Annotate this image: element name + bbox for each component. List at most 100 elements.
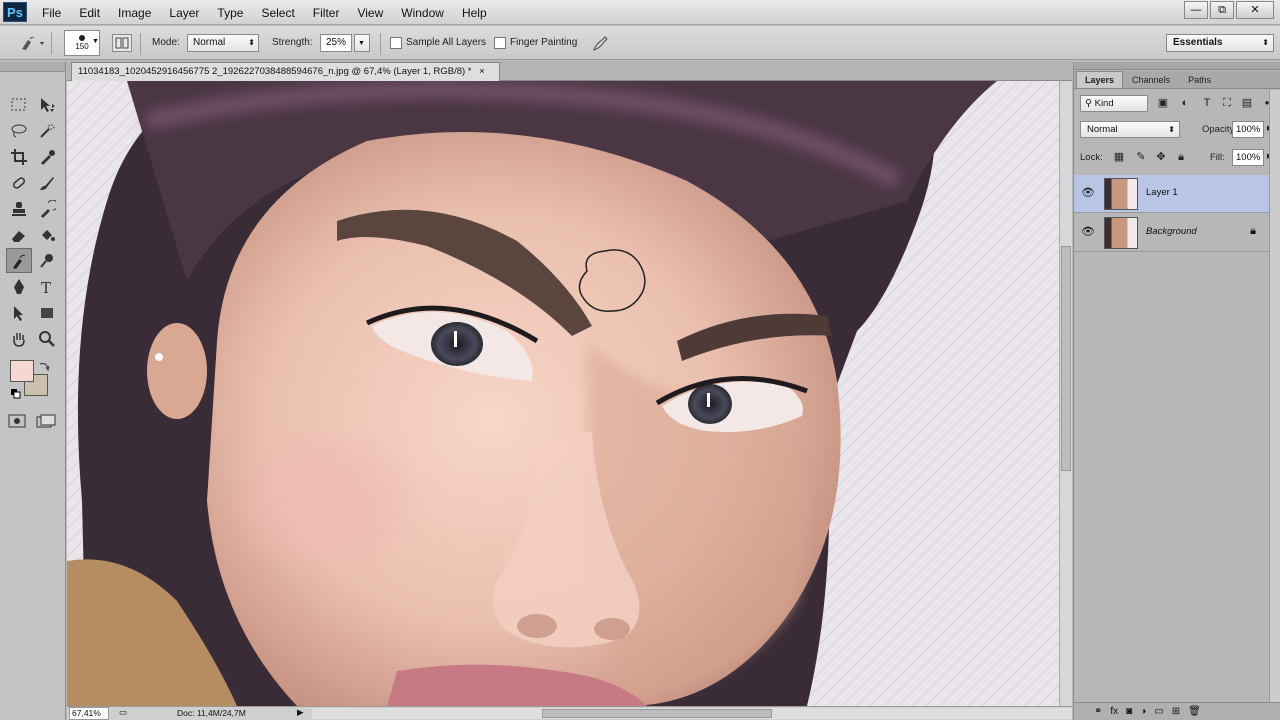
delete-layer-icon[interactable]: 🗑︎ [1188,706,1201,717]
menu-filter[interactable]: Filter [304,6,349,20]
sample-all-layers-checkbox[interactable] [390,37,402,49]
layer-row[interactable]: 👁︎ Background 🔒︎ [1074,214,1270,252]
pressure-brush-icon[interactable] [590,34,610,52]
new-layer-icon[interactable]: ⊞ [1172,706,1180,717]
close-tab-icon[interactable]: × [479,66,485,77]
menu-layer[interactable]: Layer [160,6,208,20]
layer-kind-filter[interactable]: ⚲ Kind [1080,95,1148,112]
menu-select[interactable]: Select [252,6,303,20]
smart-object-filter-icon[interactable]: ▤ [1240,96,1254,110]
shape-filter-icon[interactable]: ⛶ [1220,96,1234,110]
fill-input[interactable]: 100% [1232,149,1264,166]
tab-layers[interactable]: Layers [1076,71,1124,88]
status-menu-arrow-icon[interactable]: ▶ [297,707,304,718]
blend-mode-value: Normal [1087,124,1118,135]
link-layers-icon[interactable]: ⚭ [1094,706,1102,717]
blend-row: Normal ⬍ Opacity: 100% ▶ [1074,118,1280,142]
dodge-tool-icon[interactable] [34,248,60,273]
adjustment-filter-icon[interactable]: ◐ [1178,96,1192,110]
pen-tool-icon[interactable] [6,274,32,299]
close-button[interactable]: ✕ [1236,1,1274,19]
document-canvas[interactable] [67,81,1059,706]
spot-healing-tool-icon[interactable] [6,170,32,195]
workspace-switcher[interactable]: Essentials ⬍ [1166,34,1274,52]
adjustment-layer-icon[interactable]: ◑ [1140,706,1146,717]
pixel-filter-icon[interactable]: ▣ [1156,96,1170,110]
paint-bucket-tool-icon[interactable] [34,222,60,247]
menu-help[interactable]: Help [453,6,496,20]
screen-mode-icon[interactable] [36,414,58,431]
brush-panel-toggle-button[interactable] [112,34,132,52]
quick-mask-icon[interactable] [8,414,26,431]
eyedropper-tool-icon[interactable] [34,144,60,169]
mode-label: Mode: [152,37,180,48]
lock-pixels-icon[interactable]: ✎ [1134,150,1148,164]
layer-name: Layer 1 [1146,187,1178,198]
marquee-tool-icon[interactable] [6,92,32,117]
rectangle-tool-icon[interactable] [34,300,60,325]
finger-painting-checkbox[interactable] [494,37,506,49]
separator [380,33,381,55]
minimize-button[interactable]: — [1184,1,1208,19]
chevron-down-icon[interactable]: ▼ [92,38,99,45]
strength-input[interactable]: 25% [320,34,352,52]
blend-mode-dropdown[interactable]: Normal ⬍ [1080,121,1180,138]
svg-text:T: T [41,279,51,296]
zoom-level-field[interactable]: 67,41% [69,707,109,720]
new-group-icon[interactable]: ▭ [1154,706,1163,717]
move-tool-icon[interactable] [34,92,60,117]
history-brush-tool-icon[interactable] [34,196,60,221]
menu-view[interactable]: View [348,6,392,20]
zoom-tool-icon[interactable] [34,326,60,351]
panel-scrollbar[interactable] [1269,90,1280,702]
menu-image[interactable]: Image [109,6,160,20]
layer-row[interactable]: 👁︎ Layer 1 [1074,175,1270,213]
quick-selection-tool-icon[interactable] [34,118,60,143]
lasso-tool-icon[interactable] [6,118,32,143]
tab-channels[interactable]: Channels [1123,71,1179,88]
type-tool-icon[interactable]: T [34,274,60,299]
lock-all-icon[interactable]: 🔒︎ [1174,150,1188,164]
clone-stamp-tool-icon[interactable] [6,196,32,221]
menu-file[interactable]: File [33,6,70,20]
brush-tool-icon[interactable] [34,170,60,195]
add-mask-icon[interactable]: ◙ [1126,706,1132,717]
foreground-color-swatch[interactable] [10,360,34,382]
eye-icon[interactable]: 👁︎ [1080,225,1096,239]
swap-colors-icon[interactable] [38,360,50,372]
document-tab[interactable]: 11034183_1020452916456775 2_192622703848… [71,62,500,81]
opacity-input[interactable]: 100% [1232,121,1264,138]
horizontal-scrollbar[interactable] [312,708,1072,719]
strength-slider-button[interactable]: ▼ [354,34,370,52]
tab-paths[interactable]: Paths [1179,71,1220,88]
layer-style-icon[interactable]: fx [1110,706,1118,717]
layers-panel: Layers Channels Paths ⚲ Kind ▣ ◐ T ⛶ ▤ ●… [1073,62,1280,720]
lock-position-icon[interactable]: ✥ [1154,150,1168,164]
menu-edit[interactable]: Edit [70,6,109,20]
crop-tool-icon[interactable] [6,144,32,169]
restore-button[interactable]: ⧉ [1210,1,1234,19]
eye-icon[interactable]: 👁︎ [1080,186,1096,200]
fill-label: Fill: [1210,152,1225,163]
mode-dropdown[interactable]: Normal ⬍ [187,34,259,52]
hand-tool-icon[interactable] [6,326,32,351]
smudge-tool-icon[interactable] [6,248,32,273]
lock-icon: 🔒︎ [1250,225,1256,237]
layer-kind-value: Kind [1094,98,1114,109]
document-size-info: Doc: 11,4M/24,7M [177,708,246,718]
panel-grip[interactable] [0,62,65,72]
panel-grip[interactable] [1074,62,1280,70]
layer-filter-row: ⚲ Kind ▣ ◐ T ⛶ ▤ ● [1074,92,1280,116]
horizontal-scroll-thumb[interactable] [542,709,772,718]
menu-type[interactable]: Type [208,6,252,20]
vertical-scroll-thumb[interactable] [1061,246,1071,471]
type-filter-icon[interactable]: T [1200,96,1214,110]
path-selection-tool-icon[interactable] [6,300,32,325]
panel-tabs: Layers Channels Paths [1074,71,1280,89]
tool-preset-picker[interactable] [14,32,52,54]
lock-transparent-icon[interactable]: ▦ [1112,150,1126,164]
menu-window[interactable]: Window [392,6,453,20]
vertical-scrollbar[interactable] [1059,81,1072,706]
default-colors-icon[interactable] [10,388,22,400]
eraser-tool-icon[interactable] [6,222,32,247]
